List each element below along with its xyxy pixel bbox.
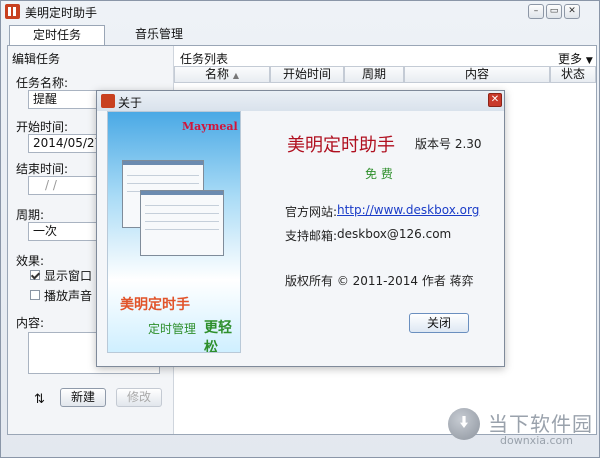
- website-link-text[interactable]: http://www.deskbox.org: [337, 203, 479, 217]
- version-text: 版本号 2.30: [415, 137, 482, 151]
- product-name: 美明定时助手: [287, 135, 395, 156]
- play-sound-label: 播放声音: [44, 289, 93, 303]
- modify-task-button[interactable]: 修改: [116, 388, 162, 407]
- period-label: 周期:: [16, 208, 45, 222]
- download-icon: [448, 408, 480, 440]
- refresh-icon[interactable]: ⇅: [34, 392, 45, 407]
- banner-sub1: 定时管理: [148, 322, 197, 336]
- more-menu-button[interactable]: 更多 ▼: [558, 50, 593, 67]
- end-time-label: 结束时间:: [16, 162, 69, 176]
- title-bar: 美明定时助手 – ▭ ✕: [1, 1, 599, 23]
- app-icon: [5, 4, 20, 19]
- more-label: 更多: [558, 52, 583, 66]
- product-banner-image: Maymeal 美明定时手 定时管理 更轻松: [107, 111, 241, 353]
- play-sound-checkbox[interactable]: [30, 290, 40, 300]
- copyright-text: 版权所有 © 2011-2014 作者 蒋弈: [285, 274, 474, 288]
- window-title: 美明定时助手: [25, 6, 98, 20]
- chevron-down-icon: ▼: [585, 56, 593, 66]
- banner-brand: Maymeal: [182, 120, 238, 133]
- sort-up-icon: ▲: [232, 71, 239, 80]
- content-label: 内容:: [16, 316, 45, 330]
- banner-sub2: 更轻松: [204, 320, 232, 353]
- about-dialog-titlebar: 关于 ✕: [97, 91, 504, 111]
- start-time-label: 开始时间:: [16, 120, 69, 134]
- about-dialog: 关于 ✕ Maymeal 美明定时手 定时管理 更轻松 美明定时助手 版本号 2…: [96, 90, 505, 367]
- email-label: 支持邮箱:: [285, 229, 338, 243]
- window-close-button[interactable]: ✕: [564, 4, 580, 19]
- task-list-heading: 任务列表: [180, 52, 229, 66]
- email-value: deskbox@126.com: [337, 227, 452, 241]
- column-period[interactable]: 周期: [344, 66, 404, 83]
- new-task-button[interactable]: 新建: [60, 388, 106, 407]
- effect-label: 效果:: [16, 254, 45, 268]
- show-window-checkbox[interactable]: [30, 270, 40, 280]
- website-label: 官方网站:: [285, 205, 338, 219]
- watermark-text: 当下软件园: [488, 412, 593, 436]
- about-close-icon[interactable]: ✕: [488, 93, 502, 107]
- website-link[interactable]: http://www.deskbox.org: [337, 203, 479, 217]
- task-name-label: 任务名称:: [16, 76, 69, 90]
- free-label: 免 费: [365, 167, 393, 181]
- maximize-button[interactable]: ▭: [546, 4, 562, 19]
- app-icon: [101, 94, 115, 108]
- banner-screenshot-front: [140, 190, 224, 256]
- banner-slogan: 美明定时手: [120, 297, 190, 313]
- about-close-button[interactable]: 关闭: [409, 313, 469, 333]
- column-status[interactable]: 状态: [550, 66, 596, 83]
- tab-scheduled-tasks[interactable]: 定时任务: [9, 25, 105, 45]
- about-dialog-title: 关于: [118, 96, 143, 110]
- column-start-time[interactable]: 开始时间: [270, 66, 344, 83]
- watermark-url: downxia.com: [500, 434, 573, 447]
- show-window-label: 显示窗口: [44, 269, 93, 283]
- edit-task-heading: 编辑任务: [12, 52, 61, 66]
- tab-music-management[interactable]: 音乐管理: [119, 25, 199, 45]
- column-name[interactable]: 名称 ▲: [174, 66, 270, 83]
- column-name-label: 名称: [205, 67, 230, 81]
- minimize-button[interactable]: –: [528, 4, 544, 19]
- column-content[interactable]: 内容: [404, 66, 550, 83]
